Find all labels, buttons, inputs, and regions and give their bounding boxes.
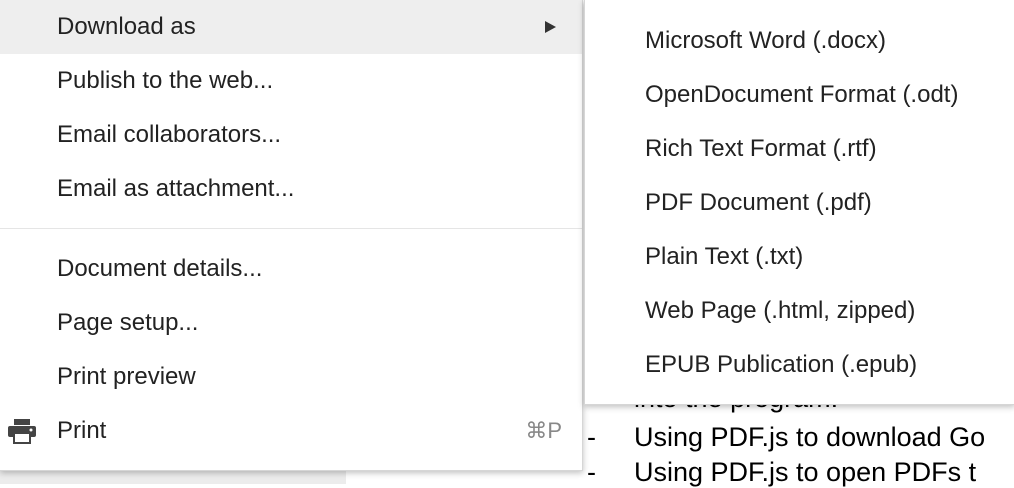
- menu-item-label: Page setup...: [57, 309, 199, 336]
- download-as-submenu: Microsoft Word (.docx) OpenDocument Form…: [584, 0, 1014, 405]
- menu-item-label: Email as attachment...: [57, 175, 295, 202]
- menu-item-label: Email collaborators...: [57, 121, 282, 148]
- submenu-item-html-zipped[interactable]: Web Page (.html, zipped): [585, 284, 1014, 338]
- submenu-item-label: PDF Document (.pdf): [645, 189, 872, 216]
- submenu-item-txt[interactable]: Plain Text (.txt): [585, 230, 1014, 284]
- menu-item-publish-to-web[interactable]: Publish to the web...: [0, 54, 582, 108]
- menu-item-print[interactable]: Print ⌘P: [0, 404, 582, 458]
- printer-icon: [8, 419, 36, 444]
- submenu-item-label: Rich Text Format (.rtf): [645, 135, 877, 162]
- submenu-item-label: EPUB Publication (.epub): [645, 351, 918, 378]
- document-text-line: Using PDF.js to download Go: [634, 422, 986, 452]
- menu-item-label: Print preview: [57, 363, 196, 390]
- submenu-item-odt[interactable]: OpenDocument Format (.odt): [585, 68, 1014, 122]
- submenu-item-label: Web Page (.html, zipped): [645, 297, 916, 324]
- keyboard-shortcut: ⌘P: [525, 418, 562, 443]
- submenu-item-epub[interactable]: EPUB Publication (.epub): [585, 338, 1014, 392]
- menu-item-email-as-attachment[interactable]: Email as attachment...: [0, 162, 582, 216]
- menu-divider: [0, 228, 582, 229]
- menu-item-page-setup[interactable]: Page setup...: [0, 296, 582, 350]
- submenu-item-pdf[interactable]: PDF Document (.pdf): [585, 176, 1014, 230]
- menu-item-label: Print: [57, 417, 107, 444]
- menu-item-document-details[interactable]: Document details...: [0, 242, 582, 296]
- submenu-item-docx[interactable]: Microsoft Word (.docx): [585, 14, 1014, 68]
- menu-item-email-collaborators[interactable]: Email collaborators...: [0, 108, 582, 162]
- submenu-item-label: OpenDocument Format (.odt): [645, 81, 959, 108]
- document-bullet: -: [587, 422, 596, 452]
- submenu-arrow-icon: [545, 21, 556, 33]
- submenu-item-rtf[interactable]: Rich Text Format (.rtf): [585, 122, 1014, 176]
- menu-item-label: Document details...: [57, 255, 263, 282]
- document-bullet: -: [587, 457, 596, 487]
- menu-item-print-preview[interactable]: Print preview: [0, 350, 582, 404]
- menu-item-label: Publish to the web...: [57, 67, 274, 94]
- menu-item-download-as[interactable]: Download as: [0, 0, 582, 54]
- document-text-line: Using PDF.js to open PDFs t: [634, 457, 977, 487]
- submenu-item-label: Plain Text (.txt): [645, 243, 804, 270]
- file-menu: Download as Publish to the web... Email …: [0, 0, 583, 471]
- submenu-item-label: Microsoft Word (.docx): [645, 27, 886, 54]
- menu-item-label: Download as: [57, 13, 196, 40]
